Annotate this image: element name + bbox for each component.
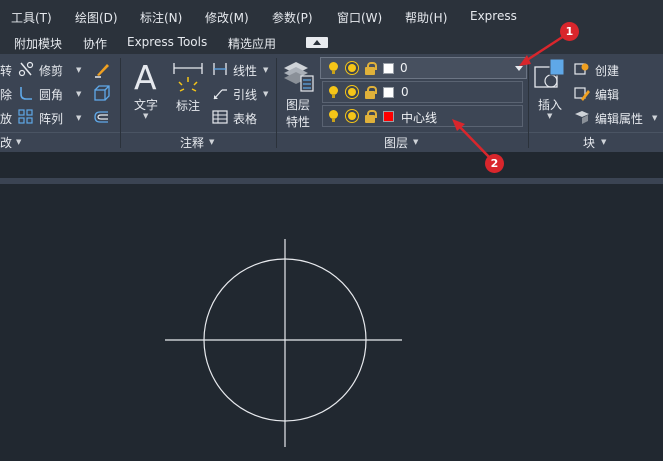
annotation-arrowhead-1 bbox=[519, 55, 531, 66]
annotation-overlay bbox=[452, 34, 565, 159]
annotation-badge-1: 1 bbox=[560, 22, 579, 41]
annotation-arrow-1 bbox=[523, 34, 565, 64]
annotation-arrow-2 bbox=[456, 123, 491, 159]
annotation-badge-2: 2 bbox=[485, 154, 504, 173]
